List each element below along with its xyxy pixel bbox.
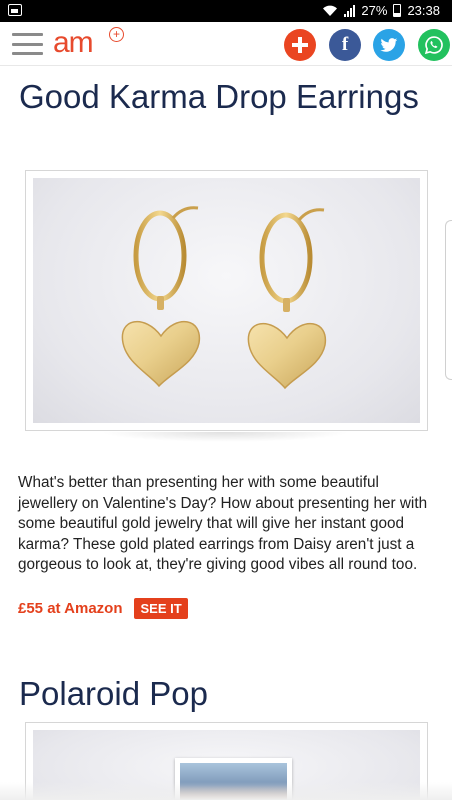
earrings-image [33,178,420,423]
site-logo[interactable]: am [53,26,94,60]
twitter-share-button[interactable] [373,29,405,61]
logo-plus-badge: + [109,27,124,42]
share-more-button[interactable] [284,29,316,61]
gallery-notification-icon [8,4,22,16]
clock: 23:38 [407,3,440,18]
battery-percent: 27% [361,3,388,18]
gold-heart-earrings-illustration [121,206,326,390]
article-title: Polaroid Pop [19,675,208,712]
plus-icon [292,37,308,53]
twitter-icon [380,37,398,52]
status-right: 27% 23:38 [322,3,440,18]
status-bar: 27% 23:38 [0,0,452,22]
battery-icon [393,4,402,17]
wifi-icon [323,5,338,16]
whatsapp-icon [424,36,443,55]
image-shadow [100,432,350,442]
article-image-frame[interactable] [25,170,428,431]
whatsapp-share-button[interactable] [418,29,450,61]
see-it-button[interactable]: SEE IT [134,598,188,619]
article-description: What's better than presenting her with s… [18,474,428,573]
article-title: Good Karma Drop Earrings [19,78,419,115]
signal-icon [344,4,356,17]
price-row: £55 at Amazon SEE IT [18,598,188,619]
bottom-fade [0,782,452,800]
facebook-share-button[interactable]: f [329,29,361,61]
price-link[interactable]: £55 at Amazon [18,600,122,617]
hamburger-menu-icon[interactable] [12,33,43,55]
app-header: am + f [0,22,452,66]
side-drawer-handle[interactable] [445,220,452,380]
facebook-icon: f [341,34,349,55]
